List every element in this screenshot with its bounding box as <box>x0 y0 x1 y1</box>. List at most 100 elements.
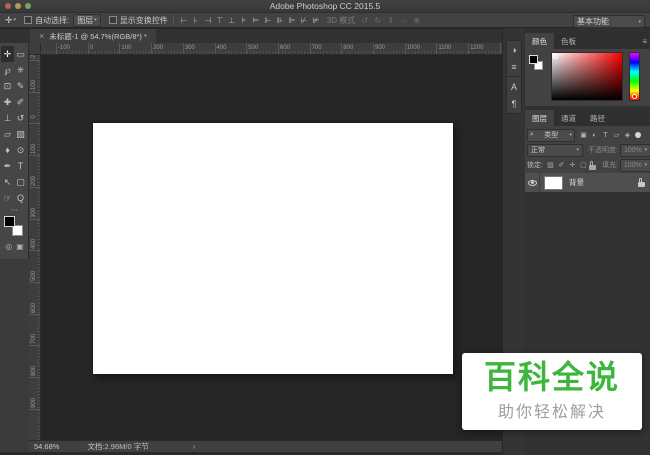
3d-roll-icon[interactable]: ↻ <box>372 16 383 25</box>
layer-name[interactable]: 背景 <box>569 177 638 188</box>
tab-color[interactable]: 颜色 <box>525 33 554 49</box>
distribute-left-edges-icon[interactable]: ⊫ <box>287 16 297 25</box>
tab-swatches[interactable]: 色板 <box>554 33 583 49</box>
divider <box>508 76 520 77</box>
align-vertical-centers-icon[interactable]: ⊥ <box>227 16 237 25</box>
path-selection-tool[interactable]: ↖ <box>1 174 14 190</box>
auto-select-checkbox[interactable] <box>24 16 33 24</box>
layer-thumbnail[interactable] <box>544 175 563 190</box>
lock-image-pixels-icon[interactable]: ✐ <box>557 161 566 169</box>
screen-mode-icon[interactable]: ▣ <box>16 242 24 251</box>
lock-position-icon[interactable]: ✛ <box>568 161 577 169</box>
filter-pixel-layers-icon[interactable]: ▣ <box>579 131 588 139</box>
foreground-color-swatch[interactable] <box>4 216 15 227</box>
filter-smart-objects-icon[interactable]: ◈ <box>623 131 632 139</box>
filter-shape-layers-icon[interactable]: ▱ <box>612 131 621 139</box>
lasso-tool[interactable]: ℘ <box>1 62 14 78</box>
horizontal-ruler[interactable]: -100 0 100 200 300 400 500 600 700 800 900 1000 1100… <box>41 43 502 55</box>
color-field-marker[interactable] <box>553 54 558 59</box>
lock-artboard-icon[interactable]: ▢ <box>579 161 588 169</box>
chevron-down-icon: ▾ <box>569 132 572 138</box>
3d-scale-icon[interactable]: ⊕ <box>411 16 422 25</box>
saturation-brightness-field[interactable] <box>551 52 623 101</box>
align-right-edges-icon[interactable]: ⊣ <box>203 16 213 25</box>
3d-drag-icon[interactable]: ⇕ <box>385 16 396 25</box>
filter-type-layers-icon[interactable]: T <box>601 132 610 139</box>
align-left-edges-icon[interactable]: ⊢ <box>179 16 189 25</box>
rectangle-tool[interactable]: ▢ <box>14 174 27 190</box>
distribute-vertical-centers-icon[interactable]: ⊩ <box>263 16 273 25</box>
crop-tool[interactable]: ⊡ <box>1 78 14 94</box>
layer-filter-toggle[interactable] <box>635 132 641 138</box>
layer-row-background[interactable]: 背景 <box>525 173 650 192</box>
watermark-subtitle: 助你轻松解决 <box>497 403 606 421</box>
document-canvas[interactable] <box>93 123 453 374</box>
clone-stamp-tool[interactable]: ⊥ <box>1 110 14 126</box>
pen-tool[interactable]: ✒ <box>1 158 14 174</box>
lock-icons: ▨ ✐ ✛ ▢ <box>546 161 588 169</box>
distribute-right-edges-icon[interactable]: ⊭ <box>311 16 321 25</box>
status-options-arrow[interactable]: › <box>193 442 196 451</box>
rectangular-marquee-tool[interactable]: ▭ <box>14 46 27 62</box>
mini-foreground-swatch[interactable] <box>529 55 538 64</box>
adjustments-panel-icon[interactable]: ◑ <box>507 41 521 58</box>
move-tool[interactable]: ✛ <box>1 46 14 62</box>
ruler-origin-corner[interactable] <box>29 43 41 55</box>
blend-mode-dropdown[interactable]: 正常 ▾ <box>527 143 583 157</box>
hand-tool[interactable]: ☞ <box>1 190 14 206</box>
distribute-horizontal-centers-icon[interactable]: ⊬ <box>299 16 309 25</box>
3d-rotate-icon[interactable]: ↺ <box>359 16 370 25</box>
lock-all-icon[interactable] <box>588 160 596 170</box>
dodge-tool[interactable]: ⊙ <box>14 142 27 158</box>
zoom-level-field[interactable]: 54.68% <box>34 442 59 451</box>
document-tab[interactable]: × 未标题-1 @ 54.7%(RGB/8*) * <box>30 29 156 43</box>
tab-layers[interactable]: 图层 <box>525 110 554 126</box>
quick-mask-icon[interactable]: ◎ <box>5 242 12 251</box>
blur-tool[interactable]: ♦ <box>1 142 14 158</box>
type-tool[interactable]: T <box>14 158 27 174</box>
eyedropper-tool[interactable]: ✎ <box>14 78 27 94</box>
character-panel-icon[interactable]: A <box>507 78 521 95</box>
3d-slide-icon[interactable]: ⇔ <box>398 16 409 25</box>
options-bar: ✛ ▾ 自动选择: 图层 ▾ 显示变换控件 ⊢ ⊦ ⊣ ⊤ ⊥ ⊧ ⊨ ⊩ ⊪ ⊫ ⊬ ⊭ 3D 模式… <box>0 13 650 28</box>
show-transform-controls-checkbox[interactable] <box>108 16 117 24</box>
chevron-down-icon[interactable]: ▾ <box>14 17 17 23</box>
move-tool-preset-icon[interactable]: ✛ <box>5 15 13 26</box>
ruler-label: 900 <box>375 45 386 51</box>
fill-dropdown: 100% ▾ <box>619 158 650 172</box>
close-tab-icon[interactable]: × <box>39 31 44 41</box>
eraser-tool[interactable]: ▱ <box>1 126 14 142</box>
eye-icon[interactable] <box>527 179 537 186</box>
tab-channels[interactable]: 通道 <box>554 110 583 126</box>
edit-toolbar-ellipsis[interactable]: ⋯ <box>0 206 29 214</box>
align-top-edges-icon[interactable]: ⊤ <box>215 16 225 25</box>
tab-paths[interactable]: 路径 <box>583 110 612 126</box>
hue-slider[interactable] <box>629 52 640 101</box>
paragraph-panel-icon[interactable]: ¶ <box>507 95 521 112</box>
gradient-tool[interactable]: ▨ <box>14 126 27 142</box>
lock-transparent-pixels-icon[interactable]: ▨ <box>546 161 555 169</box>
spot-healing-brush-tool[interactable]: ✚ <box>1 94 14 110</box>
auto-select-target-dropdown[interactable]: 图层 ▾ <box>73 13 101 27</box>
hue-slider-marker[interactable] <box>632 94 637 99</box>
workspace-switcher-dropdown[interactable]: 基本功能 ▾ <box>573 15 645 28</box>
auto-select-label: 自动选择: <box>35 15 70 25</box>
align-horizontal-centers-icon[interactable]: ⊦ <box>191 16 201 25</box>
brush-tool[interactable]: ✐ <box>14 94 27 110</box>
ruler-tick <box>246 43 248 54</box>
vertical-ruler[interactable]: -200 -100 0 100 200 300 400 500 600 700 800 900 <box>29 55 41 440</box>
panel-menu-icon[interactable]: ≡ <box>642 37 647 46</box>
zoom-tool[interactable]: Q <box>14 190 27 206</box>
ruler-label: 300 <box>31 207 37 218</box>
ruler-label: 600 <box>279 45 290 51</box>
filter-adjustment-layers-icon[interactable]: ◐ <box>590 132 599 139</box>
ruler-tick <box>87 43 89 54</box>
history-brush-tool[interactable]: ↺ <box>14 110 27 126</box>
quick-selection-tool[interactable]: ✳ <box>14 62 27 78</box>
distribute-bottom-edges-icon[interactable]: ⊪ <box>275 16 285 25</box>
align-bottom-edges-icon[interactable]: ⊧ <box>239 16 249 25</box>
properties-panel-icon[interactable]: ≡ <box>507 58 521 75</box>
layer-visibility-cell[interactable] <box>525 173 540 192</box>
distribute-top-edges-icon[interactable]: ⊨ <box>251 16 261 25</box>
layer-filter-type-dropdown[interactable]: ⌕ 类型 ▾ <box>527 128 575 142</box>
